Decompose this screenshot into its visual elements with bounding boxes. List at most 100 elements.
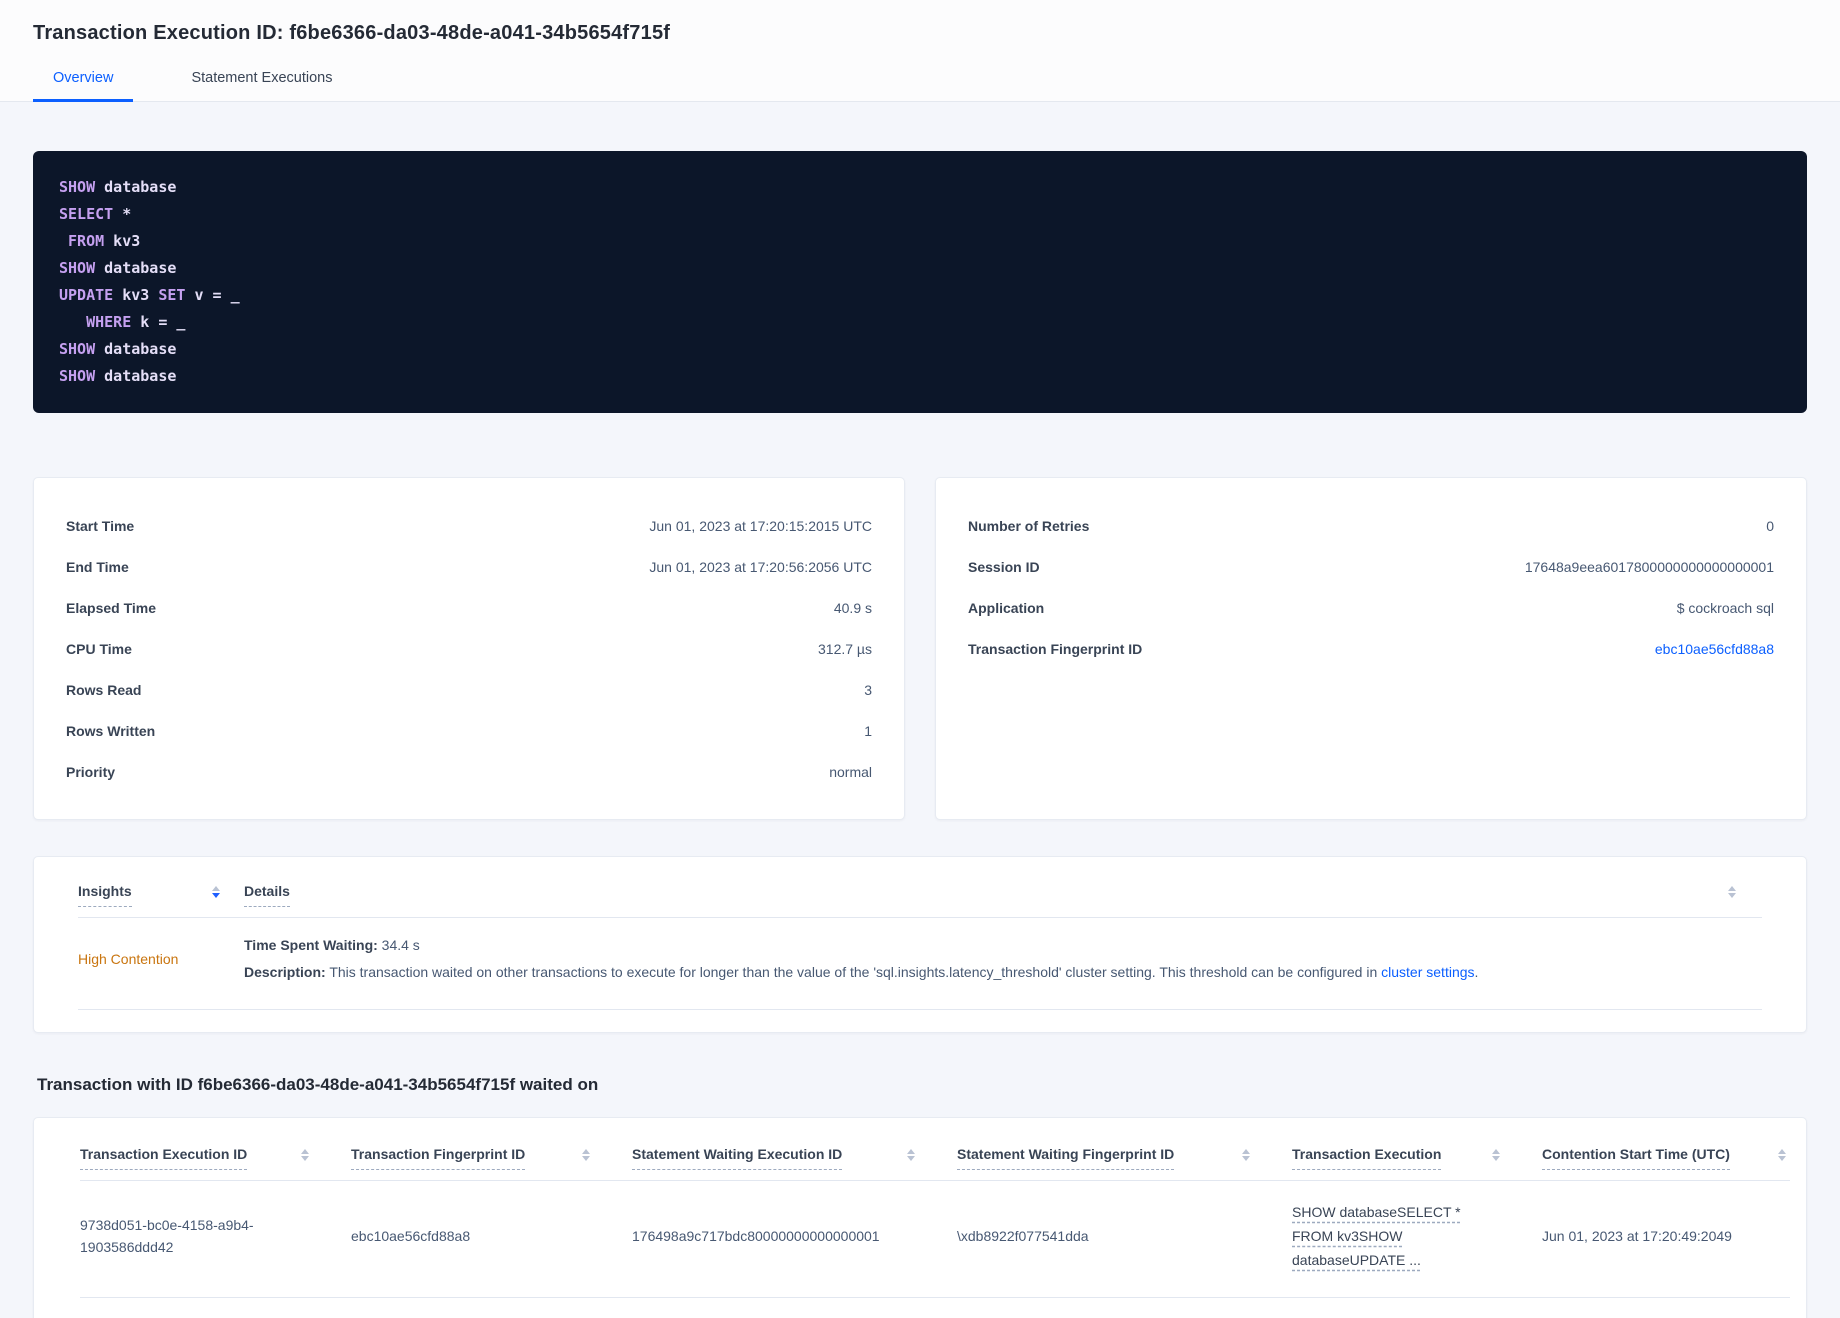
description-suffix: . [1474,963,1479,980]
col-contention-start-time[interactable]: Contention Start Time (UTC) [1542,1146,1790,1171]
sort-arrows-icon[interactable] [907,1149,915,1162]
sort-arrows-icon[interactable] [1728,886,1736,898]
session-id-label: Session ID [968,558,1040,575]
priority-value: normal [829,763,872,780]
sql-keyword: WHERE [86,313,132,331]
page-header: Transaction Execution ID: f6be6366-da03-… [0,0,1840,102]
col-statement-waiting-fingerprint-id[interactable]: Statement Waiting Fingerprint ID [957,1146,1292,1171]
sql-indent [59,313,86,331]
sort-arrows-icon[interactable] [1242,1149,1250,1162]
sql-line: SELECT * [59,201,1781,228]
transaction-fingerprint-label: Transaction Fingerprint ID [968,640,1143,657]
cell-statement-waiting-fingerprint-id: \xdb8922f077541dda [957,1228,1089,1245]
sql-keyword: SELECT [59,205,114,223]
sql-keyword: SHOW [59,178,96,196]
rows-read-value: 3 [864,681,872,698]
cpu-time-label: CPU Time [66,640,132,657]
insight-details: Time Spent Waiting: 34.4 s Description: … [244,932,1762,985]
col-transaction-execution-id[interactable]: Transaction Execution ID [80,1146,351,1171]
insights-column-header[interactable]: Insights [78,883,244,907]
transaction-fingerprint-link[interactable]: ebc10ae56cfd88a8 [1655,641,1774,657]
sql-text: v = _ [185,286,240,304]
sort-arrows-icon[interactable] [582,1149,590,1162]
details-column-label[interactable]: Details [244,883,290,907]
rows-read-row: Rows Read 3 [66,669,872,710]
application-label: Application [968,599,1045,616]
execution-metadata-card: Number of Retries 0 Session ID 17648a9eea6… [935,477,1807,820]
retries-row: Number of Retries 0 [968,505,1774,546]
column-label[interactable]: Statement Waiting Fingerprint ID [957,1146,1175,1171]
table-row: 9738d051-bc0e-4158-a9b4-1903586ddd42 ebc… [80,1181,1790,1298]
transaction-execution-link[interactable]: SHOW databaseSELECT * FROM kv3SHOW datab… [1292,1204,1461,1268]
column-label[interactable]: Statement Waiting Execution ID [632,1146,843,1171]
session-id-value: 17648a9eea6017800000000000000001 [1524,558,1774,575]
col-statement-waiting-execution-id[interactable]: Statement Waiting Execution ID [632,1146,957,1171]
rows-read-label: Rows Read [66,681,142,698]
retries-label: Number of Retries [968,517,1090,534]
sql-indent [59,232,68,250]
sql-keyword: SET [158,286,186,304]
cpu-time-value: 312.7 µs [818,640,872,657]
waited-on-heading: Transaction with ID f6be6366-da03-48de-a… [37,1075,599,1095]
session-id-row: Session ID 17648a9eea60178000000000000000… [968,546,1774,587]
sort-arrows-icon[interactable] [1778,1149,1786,1162]
waiting-label: Time Spent Waiting: [244,937,378,953]
rows-written-row: Rows Written 1 [66,710,872,751]
priority-row: Priority normal [66,751,872,792]
sql-keyword: SHOW [59,340,96,358]
column-label[interactable]: Transaction Fingerprint ID [351,1146,526,1171]
elapsed-time-row: Elapsed Time 40.9 s [66,587,872,628]
tab-bar: Overview Statement Executions [33,70,1807,102]
page-title: Transaction Execution ID: f6be6366-da03-… [33,22,671,44]
application-row: Application $ cockroach sql [968,587,1774,628]
summary-cards-row: Start Time Jun 01, 2023 at 17:20:15:2015 … [33,477,1807,820]
execution-timing-card: Start Time Jun 01, 2023 at 17:20:15:2015 … [33,477,905,820]
description-label: Description: [244,963,326,980]
sql-line: SHOW database [59,255,1781,282]
tab-statement-executions[interactable]: Statement Executions [171,70,352,102]
insight-description: Description: This transaction waited on … [244,959,1762,986]
start-time-value: Jun 01, 2023 at 17:20:15:2015 UTC [649,517,872,534]
waited-on-table-card: Transaction Execution ID Transaction Fin… [33,1117,1807,1318]
column-label[interactable]: Transaction Execution [1292,1146,1442,1171]
sort-arrows-icon[interactable] [212,886,220,898]
sort-arrows-icon[interactable] [301,1149,309,1162]
cpu-time-row: CPU Time 312.7 µs [66,628,872,669]
transaction-details-page: Transaction Execution ID: f6be6366-da03-… [0,0,1840,1318]
end-time-value: Jun 01, 2023 at 17:20:56:2056 UTC [649,558,872,575]
time-spent-waiting: Time Spent Waiting: 34.4 s [244,932,1762,959]
insights-column-label[interactable]: Insights [78,883,132,907]
column-label[interactable]: Transaction Execution ID [80,1146,248,1171]
waiting-value: 34.4 s [381,937,420,953]
elapsed-time-value: 40.9 s [833,599,872,616]
column-label[interactable]: Contention Start Time (UTC) [1542,1146,1730,1171]
sql-text: database [95,178,177,196]
start-time-label: Start Time [66,517,135,534]
sql-line: SHOW database [59,363,1781,390]
cluster-settings-link[interactable]: cluster settings [1381,964,1474,980]
end-time-row: End Time Jun 01, 2023 at 17:20:56:2056 UT… [66,546,872,587]
col-transaction-execution[interactable]: Transaction Execution [1292,1146,1542,1171]
sql-keyword: SHOW [59,259,96,277]
rows-written-value: 1 [864,722,872,739]
tab-overview[interactable]: Overview [33,70,134,102]
rows-written-label: Rows Written [66,722,156,739]
insights-table-header: Insights Details [78,857,1762,918]
sql-text: database [95,259,177,277]
sort-arrows-icon[interactable] [1492,1149,1500,1162]
sql-keyword: FROM [68,232,105,250]
sql-line: FROM kv3 [59,228,1781,255]
insights-table-card: Insights Details High Contention Time Sp… [33,856,1807,1034]
insight-type-badge: High Contention [78,950,179,967]
cell-contention-start-time: Jun 01, 2023 at 17:20:49:2049 [1542,1228,1732,1245]
col-transaction-fingerprint-id[interactable]: Transaction Fingerprint ID [351,1146,632,1171]
overview-content: SHOW database SELECT * FROM kv3 SHOW dat… [0,151,1840,1318]
sql-text: k = _ [131,313,186,331]
sql-keyword: UPDATE [59,286,114,304]
start-time-row: Start Time Jun 01, 2023 at 17:20:15:2015 … [66,505,872,546]
sql-text: database [95,340,177,358]
sql-text: database [95,367,177,385]
retries-value: 0 [1766,517,1774,534]
details-column-header[interactable]: Details [244,883,1762,907]
cell-transaction-fingerprint-id: ebc10ae56cfd88a8 [351,1228,471,1245]
